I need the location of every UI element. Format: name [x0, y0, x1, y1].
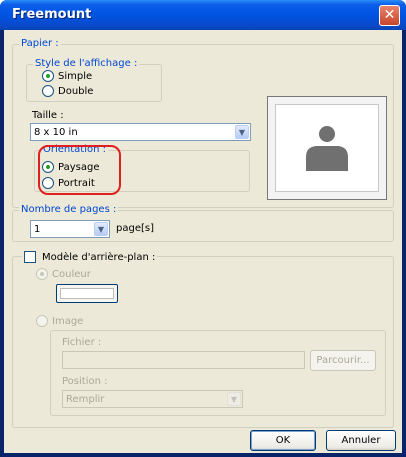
preview-page: [275, 104, 379, 192]
chevron-down-icon[interactable]: ▼: [227, 392, 241, 406]
browse-button[interactable]: Parcourir...: [310, 350, 376, 371]
papier-legend: Papier :: [19, 38, 61, 50]
pages-value: 1: [34, 223, 41, 235]
radio-simple-indicator: [42, 70, 54, 82]
style-legend: Style de l'affichage :: [33, 58, 140, 70]
chevron-down-icon[interactable]: ▼: [94, 222, 108, 236]
fichier-input[interactable]: [62, 351, 305, 369]
close-button[interactable]: ✕: [379, 5, 400, 26]
title-bar[interactable]: Freemount ✕: [0, 0, 406, 30]
radio-double-label: Double: [58, 85, 94, 97]
radio-couleur-label: Couleur: [52, 268, 91, 280]
position-label: Position :: [62, 376, 108, 387]
radio-image-label: Image: [52, 315, 84, 327]
ok-button-label: OK: [275, 435, 291, 446]
background-checkbox-box: [24, 251, 36, 263]
taille-select[interactable]: 8 x 10 in ▼: [30, 123, 251, 141]
radio-double[interactable]: Double: [42, 85, 93, 97]
radio-simple[interactable]: Simple: [42, 70, 92, 82]
position-value: Remplir: [66, 393, 105, 405]
background-checkbox-label: Modèle d'arrière-plan :: [42, 251, 156, 263]
taille-label: Taille :: [32, 110, 64, 121]
dialog-window: Freemount ✕ Papier : Style de l'affichag…: [0, 0, 406, 457]
radio-couleur-indicator: [36, 268, 48, 280]
color-swatch: [60, 288, 114, 299]
radio-couleur[interactable]: Couleur: [36, 268, 91, 280]
pages-unit: page[s]: [116, 223, 154, 234]
ok-button[interactable]: OK: [250, 430, 316, 451]
position-select[interactable]: Remplir ▼: [62, 390, 243, 408]
dialog-body: Papier : Style de l'affichage : Simple D…: [4, 30, 402, 453]
radio-image-indicator: [36, 315, 48, 327]
color-picker-button[interactable]: [56, 284, 118, 303]
orientation-highlight: [38, 145, 121, 195]
fichier-label: Fichier :: [62, 337, 102, 348]
radio-image[interactable]: Image: [36, 315, 83, 327]
radio-simple-label: Simple: [58, 70, 93, 82]
taille-value: 8 x 10 in: [34, 126, 78, 138]
pages-select[interactable]: 1 ▼: [30, 220, 110, 238]
chevron-down-icon[interactable]: ▼: [235, 125, 249, 139]
background-checkbox[interactable]: Modèle d'arrière-plan :: [22, 251, 158, 263]
window-title: Freemount: [12, 7, 92, 22]
cancel-button[interactable]: Annuler: [326, 430, 396, 451]
close-icon: ✕: [383, 7, 396, 23]
page-preview: [267, 96, 387, 200]
browse-button-label: Parcourir...: [316, 355, 370, 366]
pages-legend: Nombre de pages :: [19, 204, 119, 216]
radio-double-indicator: [42, 85, 54, 97]
person-icon: [306, 126, 348, 171]
cancel-button-label: Annuler: [341, 435, 381, 446]
